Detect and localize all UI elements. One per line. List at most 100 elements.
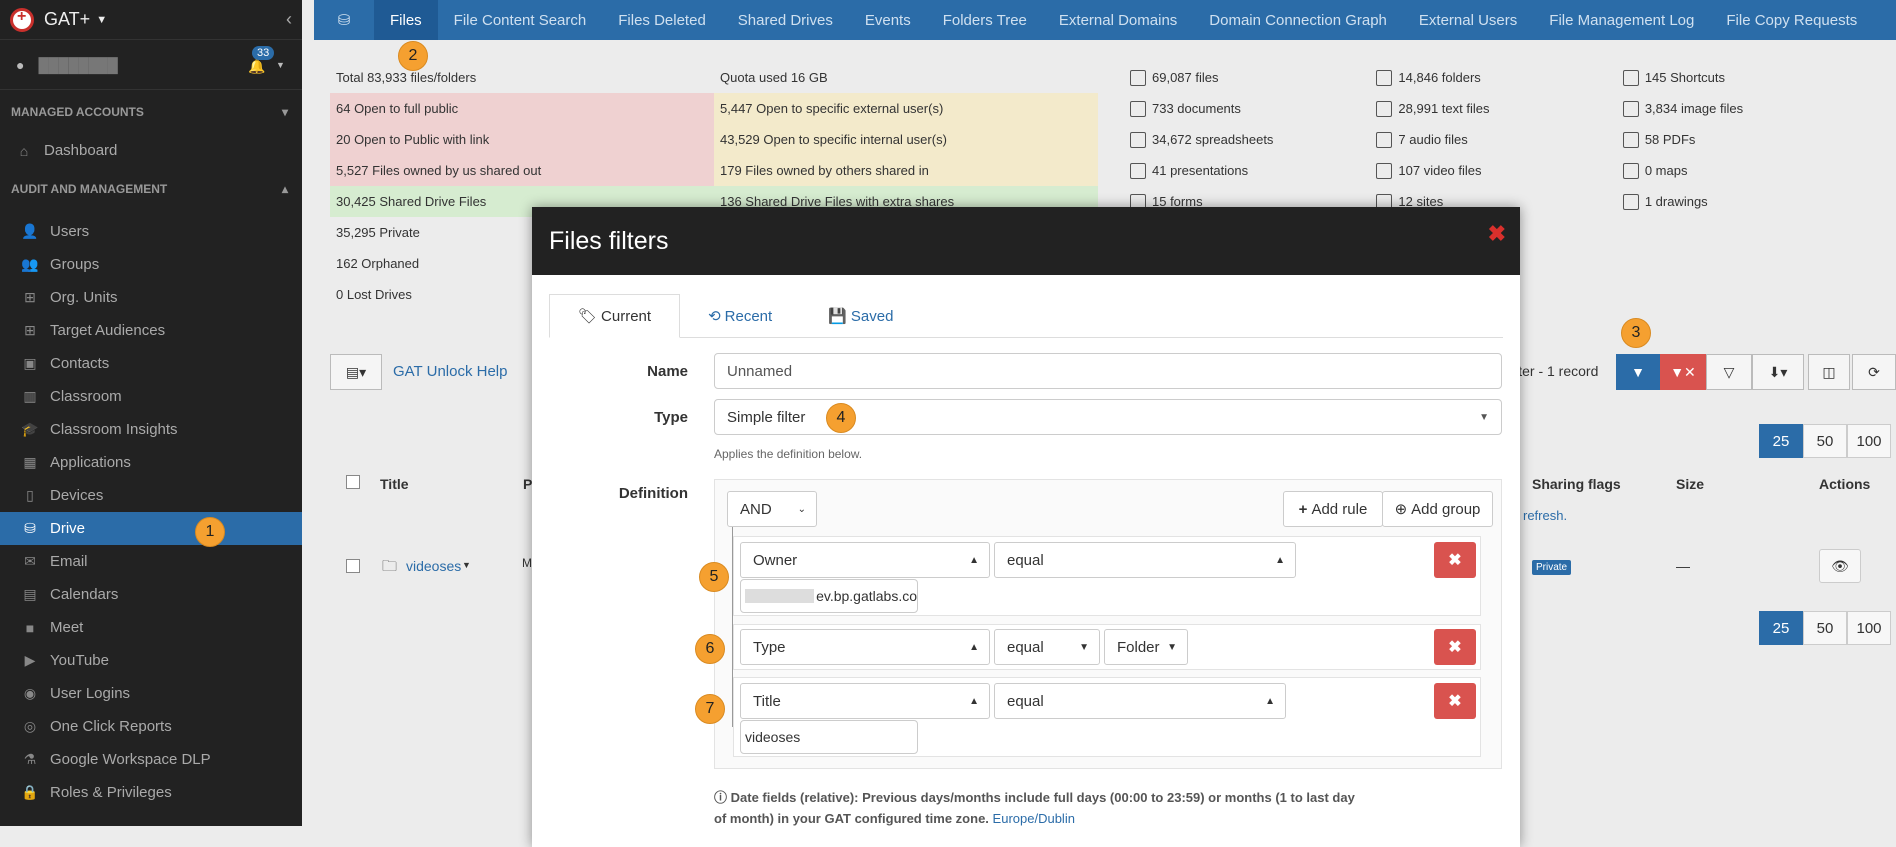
bell-icon[interactable]: 🔔 xyxy=(248,58,265,75)
sidebar-item-email[interactable]: ✉ Email xyxy=(0,545,302,578)
type-stat[interactable]: 107 video files xyxy=(1376,162,1622,179)
sidebar-item-one-click-reports[interactable]: ◎ One Click Reports xyxy=(0,710,302,743)
app-name[interactable]: GAT+ xyxy=(44,9,90,30)
stat-cell[interactable]: 64 Open to full public xyxy=(330,93,714,124)
conjunction-select[interactable]: AND ⌄ xyxy=(727,491,817,527)
sidebar-item-user-logins[interactable]: ◉ User Logins xyxy=(0,677,302,710)
sidebar-item-drive[interactable]: ⛁ Drive xyxy=(0,512,302,545)
type-stat[interactable]: 3,834 image files xyxy=(1622,100,1869,117)
tab-files-deleted[interactable]: Files Deleted xyxy=(602,0,722,40)
sidebar-item-devices[interactable]: ▯ Devices xyxy=(0,479,302,512)
refresh-link[interactable]: refresh. xyxy=(1523,508,1567,523)
sidebar-item-classroom[interactable]: ▥ Classroom xyxy=(0,380,302,413)
tab-shared-drives[interactable]: Shared Drives xyxy=(722,0,849,40)
type-stat[interactable]: 14,846 folders xyxy=(1376,69,1622,86)
sidebar-item-classroom-insights[interactable]: 🎓 Classroom Insights xyxy=(0,413,302,446)
gat-unlock-help-link[interactable]: GAT Unlock Help xyxy=(393,363,508,380)
tab-external-domains[interactable]: External Domains xyxy=(1043,0,1193,40)
stat-cell[interactable]: 179 Files owned by others shared in xyxy=(714,155,1098,186)
rule-operator-select[interactable]: equal ▼ xyxy=(994,629,1100,665)
rule-value-select[interactable]: Folder ▼ xyxy=(1104,629,1188,665)
stat-cell[interactable]: 5,447 Open to specific external user(s) xyxy=(714,93,1098,124)
export-menu-button[interactable]: ▤▾ xyxy=(330,354,382,390)
stat-cell[interactable]: Quota used 16 GB xyxy=(714,62,1098,93)
stat-cell[interactable]: 43,529 Open to specific internal user(s) xyxy=(714,124,1098,155)
page-size-100[interactable]: 100 xyxy=(1847,611,1891,645)
type-stat[interactable]: 41 presentations xyxy=(1130,162,1376,179)
section-audit[interactable]: AUDIT AND MANAGEMENT ▴ xyxy=(0,167,302,211)
column-sharing-flags[interactable]: Sharing flags xyxy=(1532,476,1621,492)
sidebar-item-target-audiences[interactable]: ⊞ Target Audiences xyxy=(0,314,302,347)
tab-current[interactable]: 🏷 Current xyxy=(549,294,681,338)
delete-rule-button[interactable]: ✖ xyxy=(1434,629,1476,665)
sidebar-item-contacts[interactable]: ▣ Contacts xyxy=(0,347,302,380)
tab-events[interactable]: Events xyxy=(849,0,927,40)
row-checkbox[interactable] xyxy=(346,559,360,573)
delete-rule-button[interactable]: ✖ xyxy=(1434,542,1476,578)
filter-button[interactable]: ▼ xyxy=(1616,354,1660,390)
type-stat[interactable]: 34,672 spreadsheets xyxy=(1130,131,1376,148)
tab-files[interactable]: Files xyxy=(374,0,438,40)
page-size-50[interactable]: 50 xyxy=(1803,611,1847,645)
chevron-down-icon[interactable]: ▼ xyxy=(96,14,107,26)
page-size-50[interactable]: 50 xyxy=(1803,424,1847,458)
page-size-25[interactable]: 25 xyxy=(1759,424,1803,458)
row-title-link[interactable]: videoses xyxy=(406,558,461,574)
sidebar-item-google-workspace-dlp[interactable]: ⚗ Google Workspace DLP xyxy=(0,743,302,776)
tab-file-management-log[interactable]: File Management Log xyxy=(1533,0,1710,40)
type-stat[interactable]: 7 audio files xyxy=(1376,131,1622,148)
download-menu-button[interactable]: ⬇▾ xyxy=(1752,354,1804,390)
sidebar-item-applications[interactable]: ▦ Applications xyxy=(0,446,302,479)
type-stat[interactable]: 58 PDFs xyxy=(1622,131,1869,148)
columns-button[interactable]: ◫ xyxy=(1808,354,1850,390)
drive-icon[interactable]: ⛁ xyxy=(314,0,374,40)
sidebar-item-groups[interactable]: 👥 Groups xyxy=(0,248,302,281)
caret-down-icon[interactable]: ▼ xyxy=(462,560,471,570)
type-stat[interactable]: 0 maps xyxy=(1622,162,1869,179)
timezone-link[interactable]: Europe/Dublin xyxy=(993,811,1075,826)
select-all-checkbox[interactable] xyxy=(346,475,360,489)
chevron-down-icon[interactable]: ▼ xyxy=(276,60,285,70)
page-size-100[interactable]: 100 xyxy=(1847,424,1891,458)
rule-field-select[interactable]: Owner ▲ xyxy=(740,542,990,578)
saved-filter-button[interactable]: ▽ xyxy=(1706,354,1752,390)
sidebar-item-meet[interactable]: ■ Meet xyxy=(0,611,302,644)
sidebar-item-youtube[interactable]: ▶ YouTube xyxy=(0,644,302,677)
rule-value-input[interactable]: ev.bp.gatlabs.co xyxy=(740,579,918,613)
stat-cell[interactable]: 20 Open to Public with link xyxy=(330,124,714,155)
stat-cell[interactable]: 5,527 Files owned by us shared out xyxy=(330,155,714,186)
type-stat[interactable]: 145 Shortcuts xyxy=(1622,69,1869,86)
rule-field-select[interactable]: Title ▲ xyxy=(740,683,990,719)
section-managed[interactable]: MANAGED ACCOUNTS ▾ xyxy=(0,90,302,134)
tab-domain-connection-graph[interactable]: Domain Connection Graph xyxy=(1193,0,1403,40)
sidebar-item-roles-privileges[interactable]: 🔒 Roles & Privileges xyxy=(0,776,302,809)
add-rule-button[interactable]: + Add rule xyxy=(1283,491,1383,527)
type-stat[interactable]: 733 documents xyxy=(1130,100,1376,117)
sidebar-item-org-units[interactable]: ⊞ Org. Units xyxy=(0,281,302,314)
collapse-icon[interactable]: ‹ xyxy=(286,9,292,30)
tab-folders-tree[interactable]: Folders Tree xyxy=(927,0,1043,40)
column-p[interactable]: P xyxy=(523,476,532,492)
tab-saved[interactable]: 💾 Saved xyxy=(800,294,921,338)
sidebar-item-users[interactable]: 👤 Users xyxy=(0,215,302,248)
column-size[interactable]: Size xyxy=(1676,476,1704,492)
rule-operator-select[interactable]: equal ▲ xyxy=(994,683,1286,719)
delete-rule-button[interactable]: ✖ xyxy=(1434,683,1476,719)
tab-file-copy-requests[interactable]: File Copy Requests xyxy=(1710,0,1873,40)
type-stat[interactable]: 1 drawings xyxy=(1622,193,1869,210)
view-button[interactable]: 👁 xyxy=(1819,549,1861,583)
add-group-button[interactable]: ⊕ Add group xyxy=(1382,491,1493,527)
tab-external-users[interactable]: External Users xyxy=(1403,0,1533,40)
user-row[interactable]: ● ████████ 🔔 33 ▼ xyxy=(0,40,302,90)
column-title[interactable]: Title xyxy=(380,476,409,492)
refresh-button[interactable]: ⟳ xyxy=(1852,354,1896,390)
clear-filter-button[interactable]: ▼✕ xyxy=(1660,354,1706,390)
rule-value-input[interactable]: videoses xyxy=(740,720,918,754)
tab-recent[interactable]: ⟲ Recent xyxy=(680,294,800,338)
stat-cell[interactable]: Total 83,933 files/folders xyxy=(330,62,714,93)
name-input[interactable]: Unnamed xyxy=(714,353,1502,389)
rule-field-select[interactable]: Type ▲ xyxy=(740,629,990,665)
type-stat[interactable]: 69,087 files xyxy=(1130,69,1376,86)
page-size-25[interactable]: 25 xyxy=(1759,611,1803,645)
rule-operator-select[interactable]: equal ▲ xyxy=(994,542,1296,578)
